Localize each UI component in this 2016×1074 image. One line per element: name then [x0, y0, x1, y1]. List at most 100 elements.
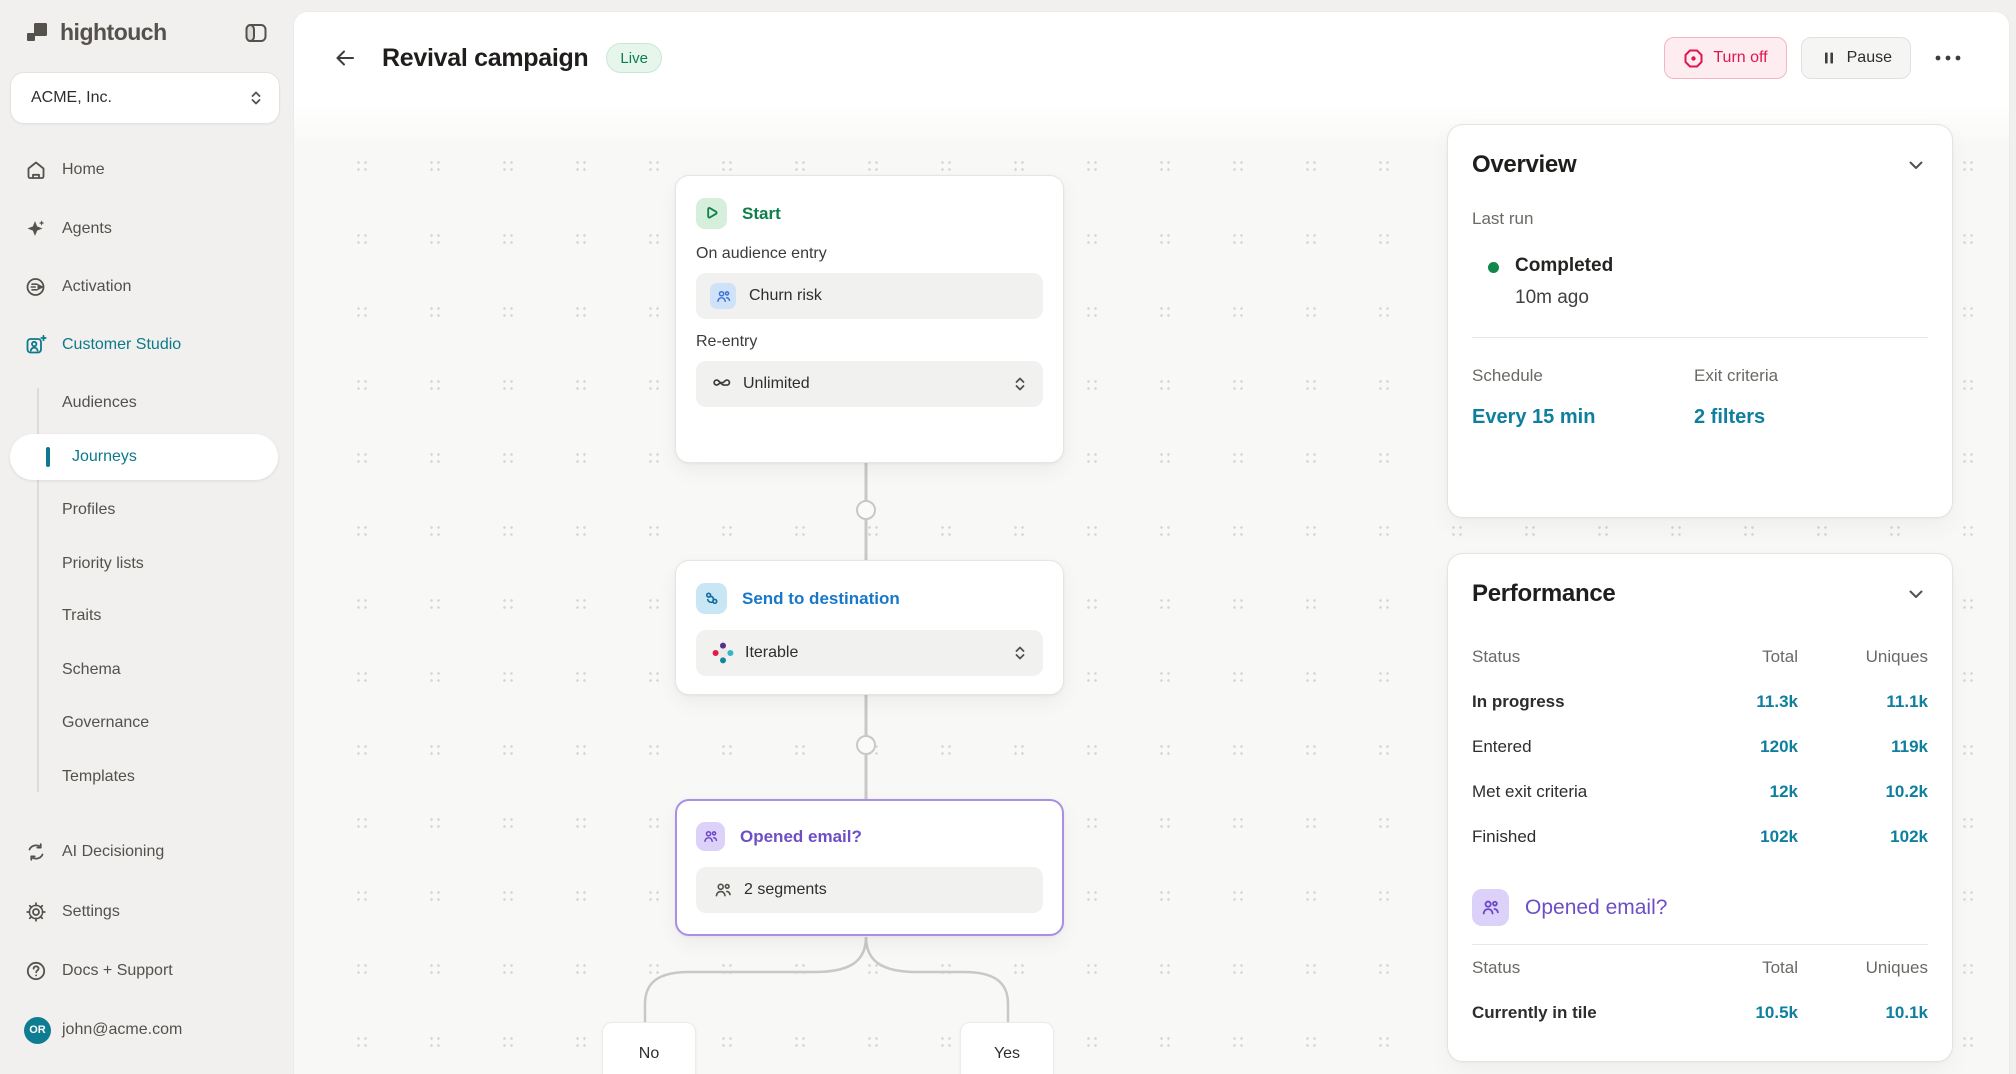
- reentry-value: Unlimited: [743, 375, 1011, 393]
- row-label: Entered: [1472, 737, 1688, 757]
- row-label: Finished: [1472, 827, 1688, 847]
- sidebar-item-activation[interactable]: Activation: [0, 269, 294, 305]
- user-email: john@acme.com: [62, 1021, 182, 1039]
- sidebar-item-templates[interactable]: Templates: [0, 759, 294, 795]
- ellipsis-icon: [1935, 55, 1961, 61]
- node-title: Start: [742, 204, 781, 224]
- tile-title[interactable]: Opened email?: [1525, 896, 1667, 920]
- turn-off-label: Turn off: [1713, 49, 1767, 67]
- branch-no-node[interactable]: No: [602, 1022, 696, 1074]
- reentry-select[interactable]: Unlimited: [696, 361, 1043, 407]
- sidebar-item-journeys[interactable]: Journeys: [10, 434, 278, 480]
- row-label: Met exit criteria: [1472, 782, 1688, 802]
- journey-canvas[interactable]: Start On audience entry Churn risk Re-en…: [294, 104, 2009, 1074]
- destination-select[interactable]: Iterable: [696, 630, 1043, 676]
- sidebar-item-label: Activation: [62, 278, 131, 296]
- back-arrow-icon[interactable]: [332, 45, 358, 71]
- destination-name: Iterable: [745, 644, 1011, 662]
- sidebar-item-label: Schema: [62, 661, 121, 679]
- turn-off-button[interactable]: Turn off: [1664, 37, 1786, 79]
- sidebar-item-governance[interactable]: Governance: [0, 705, 294, 741]
- destination-icon: [696, 583, 727, 614]
- divider: [1472, 337, 1928, 338]
- sidebar-item-schema[interactable]: Schema: [0, 652, 294, 688]
- table-row: In progress 11.3k 11.1k: [1472, 679, 1928, 724]
- reentry-label: Re-entry: [696, 333, 1043, 351]
- row-label: Currently in tile: [1472, 1003, 1688, 1023]
- sidebar-collapse-icon[interactable]: [242, 19, 270, 47]
- row-uniques: 119k: [1798, 737, 1928, 757]
- workspace-selector[interactable]: ACME, Inc.: [10, 72, 280, 124]
- sidebar-item-ai-decisioning[interactable]: AI Decisioning: [0, 834, 294, 870]
- active-indicator: [46, 447, 50, 467]
- last-run-label: Last run: [1472, 209, 1928, 229]
- branch-yes-node[interactable]: Yes: [960, 1022, 1054, 1074]
- sidebar-item-label: Templates: [62, 768, 135, 786]
- destination-node[interactable]: Send to destination Iterable: [675, 560, 1064, 695]
- row-uniques: 10.1k: [1798, 1003, 1928, 1023]
- sidebar: hightouch ACME, Inc. Home Agents: [0, 0, 294, 1074]
- main-panel: Revival campaign Live Turn off Pause: [294, 12, 2009, 1074]
- start-node[interactable]: Start On audience entry Churn risk Re-en…: [675, 175, 1064, 463]
- audience-name: Churn risk: [749, 287, 1029, 305]
- col-uniques: Uniques: [1798, 647, 1928, 667]
- sidebar-item-home[interactable]: Home: [0, 152, 294, 188]
- segments-icon: [1472, 889, 1509, 926]
- overview-card: Overview Last run Completed 10m ago Sche…: [1447, 124, 1953, 518]
- sidebar-item-priority-lists[interactable]: Priority lists: [0, 546, 294, 582]
- brand-name: hightouch: [60, 19, 167, 46]
- status-badge: Live: [606, 43, 662, 73]
- row-total: 10.5k: [1688, 1003, 1798, 1023]
- schedule-value[interactable]: Every 15 min: [1472, 406, 1694, 429]
- sidebar-item-customer-studio[interactable]: Customer Studio: [0, 327, 294, 363]
- branch-node[interactable]: Opened email? 2 segments: [675, 799, 1064, 936]
- segments-select[interactable]: 2 segments: [696, 867, 1043, 913]
- sidebar-item-label: Governance: [62, 714, 149, 732]
- hightouch-logo-icon: [24, 19, 50, 45]
- sidebar-item-label: Priority lists: [62, 555, 144, 573]
- col-total: Total: [1688, 647, 1798, 667]
- pause-icon: [1820, 49, 1838, 67]
- sidebar-item-label: Profiles: [62, 501, 115, 519]
- col-total: Total: [1688, 958, 1798, 978]
- audience-select[interactable]: Churn risk: [696, 273, 1043, 319]
- chevron-updown-icon: [1011, 644, 1029, 662]
- sidebar-item-label: AI Decisioning: [62, 843, 164, 861]
- chevron-down-icon[interactable]: [1904, 153, 1928, 177]
- sidebar-item-docs-support[interactable]: Docs + Support: [0, 953, 294, 989]
- journey-header: Revival campaign Live Turn off Pause: [294, 12, 2009, 104]
- table-row: Entered 120k 119k: [1472, 724, 1928, 769]
- tile-table: Status Total Uniques Currently in tile 1…: [1472, 945, 1928, 1035]
- sidebar-item-agents[interactable]: Agents: [0, 211, 294, 247]
- customer-studio-icon: [24, 333, 48, 357]
- brand-logo: hightouch: [24, 16, 270, 48]
- pause-button[interactable]: Pause: [1801, 37, 1911, 79]
- table-header: Status Total Uniques: [1472, 945, 1928, 990]
- exit-criteria-value[interactable]: 2 filters: [1694, 406, 1928, 429]
- sidebar-item-settings[interactable]: Settings: [0, 894, 294, 930]
- sidebar-item-audiences[interactable]: Audiences: [0, 385, 294, 421]
- user-account[interactable]: OR john@acme.com: [0, 1012, 294, 1048]
- chevron-updown-icon: [247, 89, 265, 107]
- gear-icon: [24, 900, 48, 924]
- performance-title: Performance: [1472, 580, 1904, 608]
- row-label: In progress: [1472, 692, 1688, 712]
- chevron-down-icon[interactable]: [1904, 582, 1928, 606]
- sparkle-icon: [24, 217, 48, 241]
- sidebar-item-label: Journeys: [72, 448, 137, 466]
- col-status: Status: [1472, 958, 1688, 978]
- workspace-name: ACME, Inc.: [31, 89, 247, 107]
- sidebar-item-traits[interactable]: Traits: [0, 598, 294, 634]
- page-title: Revival campaign: [382, 44, 588, 73]
- node-title: Send to destination: [742, 589, 900, 609]
- performance-table: Status Total Uniques In progress 11.3k 1…: [1472, 634, 1928, 859]
- row-uniques: 102k: [1798, 827, 1928, 847]
- branch-yes-label: Yes: [994, 1045, 1020, 1074]
- sidebar-item-label: Home: [62, 161, 105, 179]
- table-row: Met exit criteria 12k 10.2k: [1472, 769, 1928, 814]
- sidebar-item-profiles[interactable]: Profiles: [0, 492, 294, 528]
- sidebar-item-label: Docs + Support: [62, 962, 173, 980]
- ai-decisioning-icon: [24, 840, 48, 864]
- more-options-button[interactable]: [1931, 41, 1965, 75]
- chevron-updown-icon: [1011, 375, 1029, 393]
